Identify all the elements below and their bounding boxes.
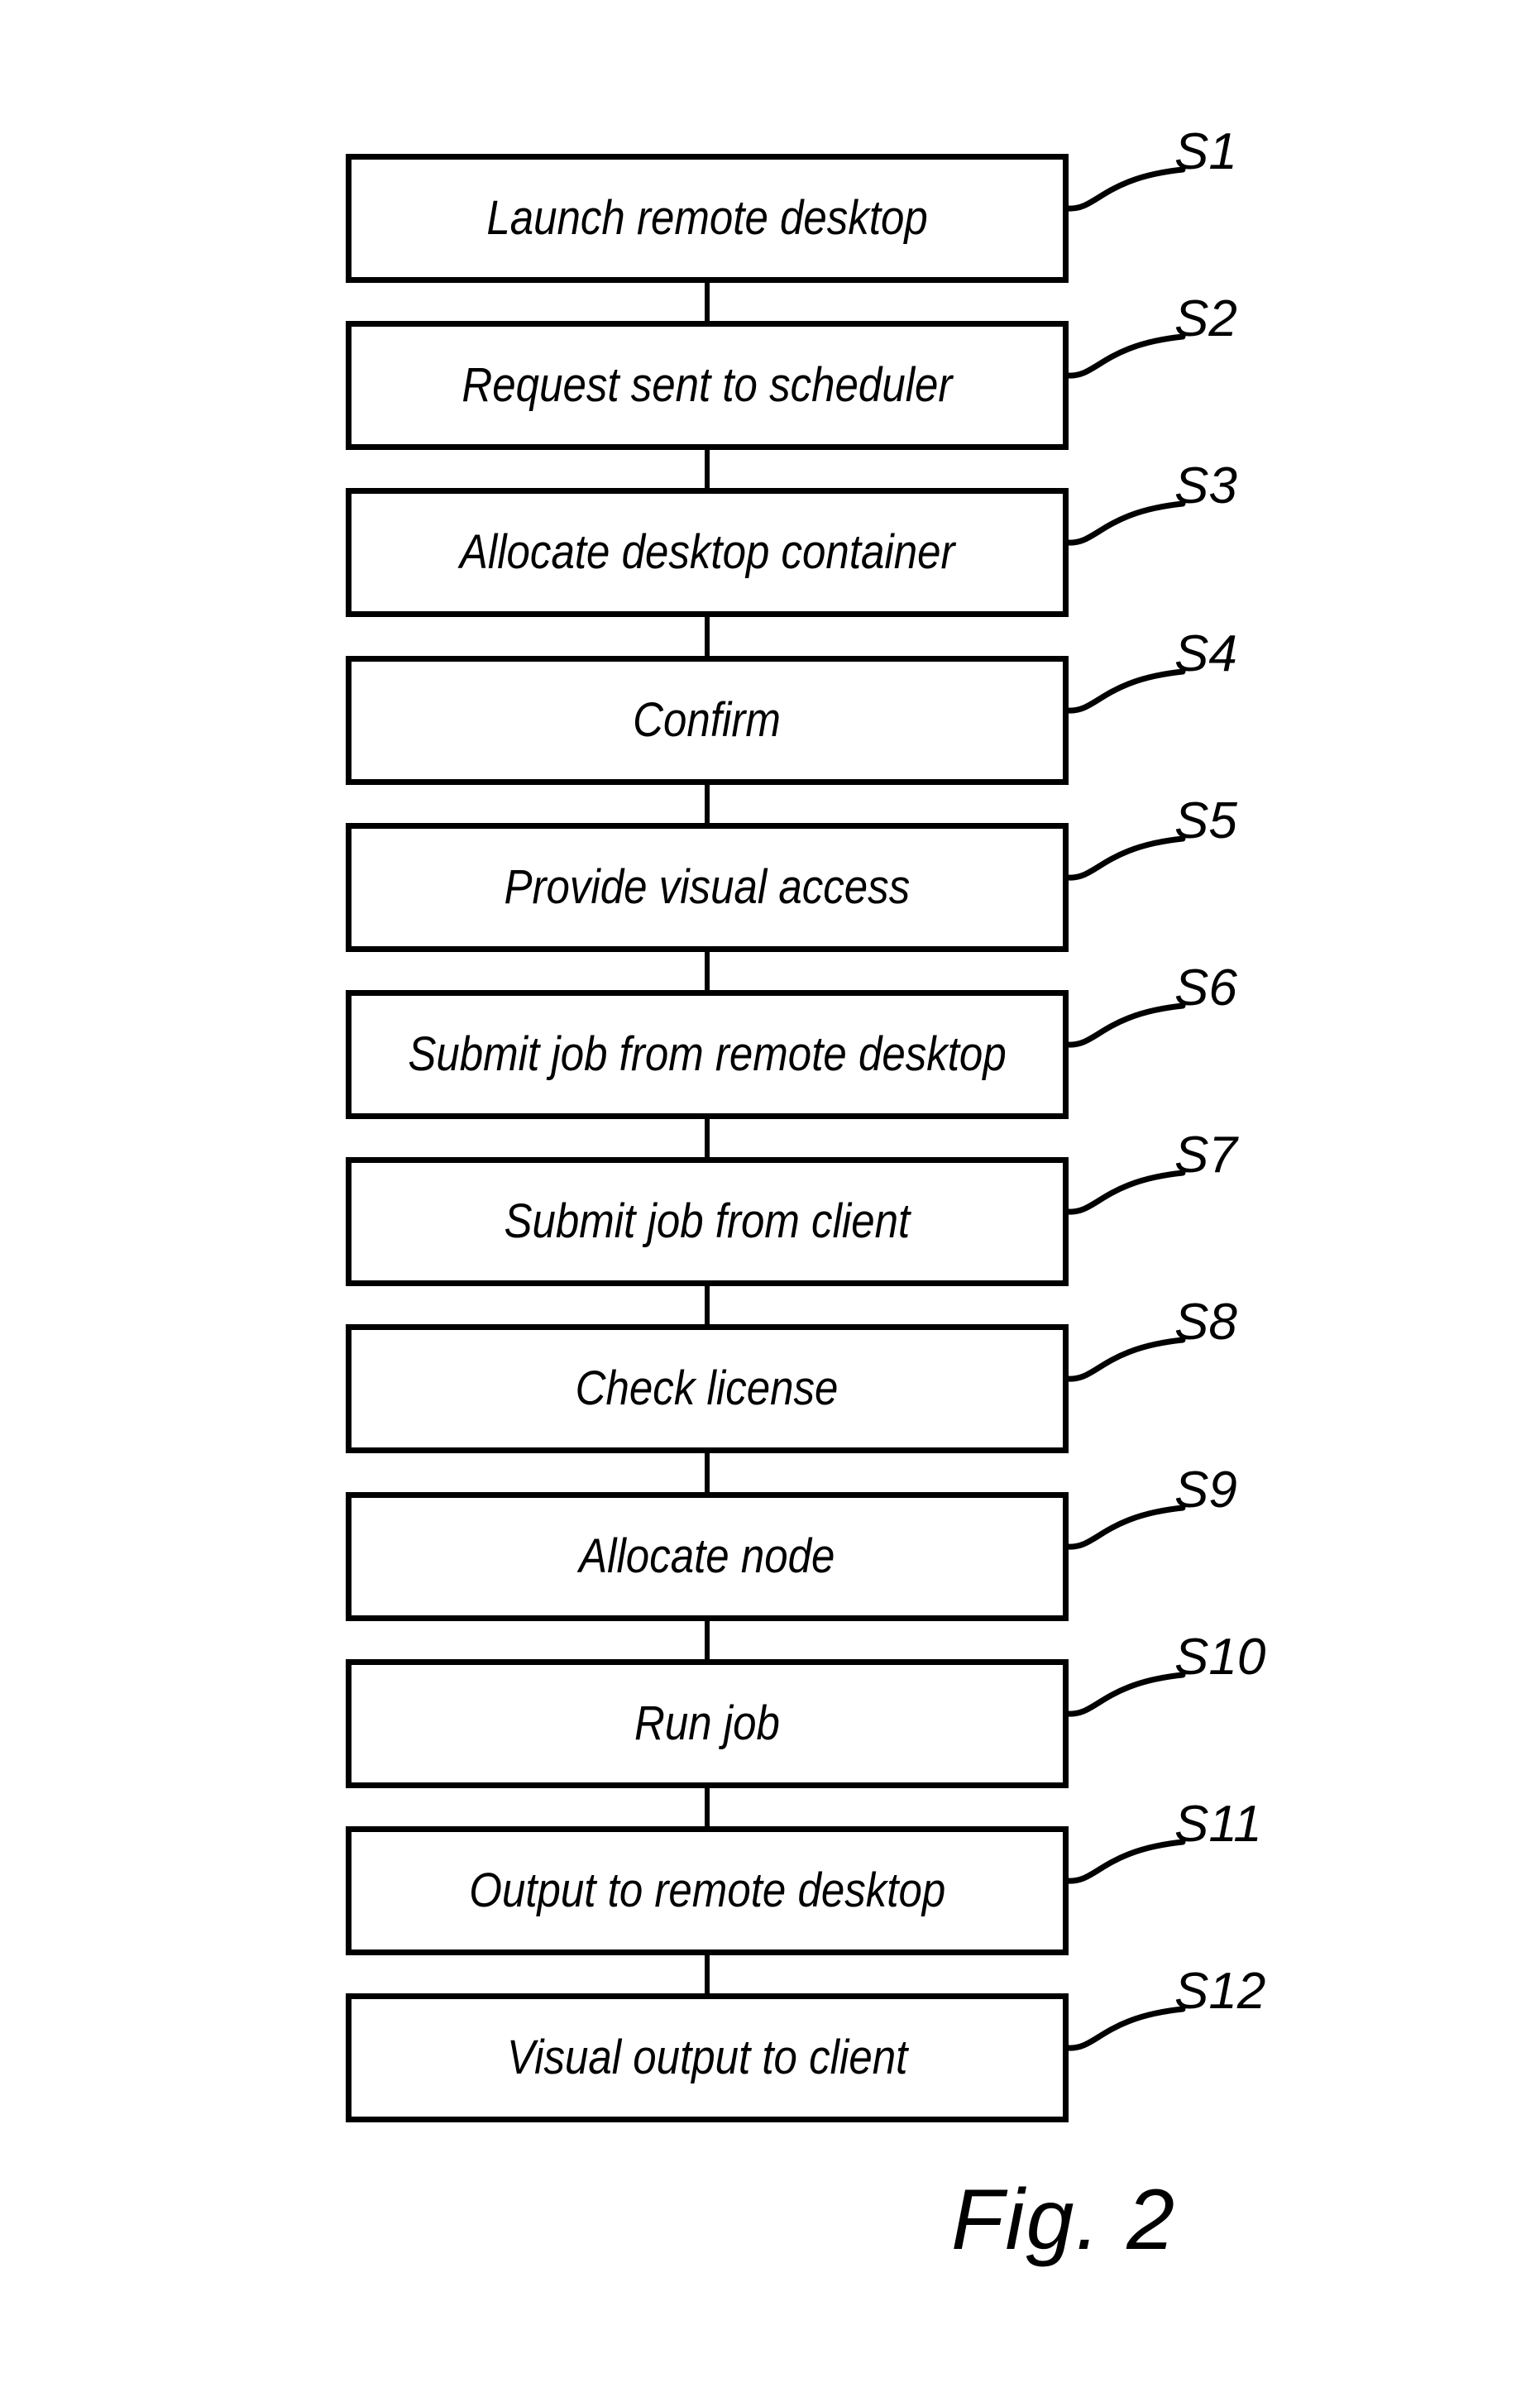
- flow-step-box-s12: Visual output to client: [346, 1993, 1069, 2122]
- flow-step-box-s11: Output to remote desktop: [346, 1826, 1069, 1955]
- step-reference-s3: S3: [1174, 457, 1237, 514]
- flow-step-box-s7: Submit job from client: [346, 1157, 1069, 1286]
- figure-canvas: Fig. 2 Launch remote desktop S1 Request se…: [0, 0, 1540, 2392]
- flow-connector-s5: [705, 952, 710, 990]
- flow-step-label-s10: Run job: [634, 1696, 780, 1750]
- flow-connector-s2: [705, 450, 710, 488]
- flow-step-label-s1: Launch remote desktop: [486, 191, 928, 245]
- step-reference-s12: S12: [1174, 1963, 1266, 2020]
- flow-step-box-s8: Check license: [346, 1324, 1069, 1453]
- step-reference-s10: S10: [1174, 1629, 1266, 1686]
- step-reference-s2: S2: [1174, 290, 1237, 347]
- flow-connector-s4: [705, 785, 710, 823]
- step-reference-s5: S5: [1174, 792, 1237, 849]
- flow-step-label-s11: Output to remote desktop: [469, 1863, 945, 1917]
- flow-step-box-s5: Provide visual access: [346, 823, 1069, 952]
- flow-step-label-s2: Request sent to scheduler: [462, 358, 953, 412]
- flow-step-label-s6: Submit job from remote desktop: [408, 1027, 1007, 1081]
- step-reference-s8: S8: [1174, 1294, 1237, 1351]
- flow-step-box-s1: Launch remote desktop: [346, 154, 1069, 283]
- flow-connector-s8: [705, 1453, 710, 1492]
- flow-step-box-s10: Run job: [346, 1659, 1069, 1788]
- step-reference-s9: S9: [1174, 1462, 1237, 1519]
- flow-step-label-s9: Allocate node: [579, 1529, 835, 1583]
- flow-connector-s9: [705, 1621, 710, 1659]
- flow-connector-s6: [705, 1119, 710, 1157]
- flow-step-label-s8: Check license: [576, 1361, 839, 1415]
- flow-step-box-s3: Allocate desktop container: [346, 488, 1069, 617]
- flow-step-label-s12: Visual output to client: [506, 2031, 908, 2084]
- flow-step-box-s4: Confirm: [346, 656, 1069, 785]
- figure-caption: Fig. 2: [951, 2172, 1177, 2268]
- flow-step-label-s4: Confirm: [633, 693, 782, 747]
- step-reference-s1: S1: [1174, 123, 1237, 180]
- flow-connector-s7: [705, 1286, 710, 1324]
- flow-connector-s1: [705, 283, 710, 321]
- flow-step-label-s3: Allocate desktop container: [459, 525, 955, 579]
- flow-step-label-s5: Provide visual access: [504, 860, 911, 914]
- step-reference-s7: S7: [1174, 1127, 1237, 1184]
- flow-step-label-s7: Submit job from client: [504, 1194, 911, 1248]
- flow-step-box-s2: Request sent to scheduler: [346, 321, 1069, 450]
- flow-step-box-s9: Allocate node: [346, 1492, 1069, 1621]
- flow-connector-s11: [705, 1955, 710, 1993]
- step-reference-s6: S6: [1174, 959, 1237, 1017]
- flow-step-box-s6: Submit job from remote desktop: [346, 990, 1069, 1119]
- step-reference-s11: S11: [1174, 1796, 1262, 1853]
- flow-connector-s3: [705, 617, 710, 656]
- step-reference-s4: S4: [1174, 625, 1237, 682]
- flow-connector-s10: [705, 1788, 710, 1826]
